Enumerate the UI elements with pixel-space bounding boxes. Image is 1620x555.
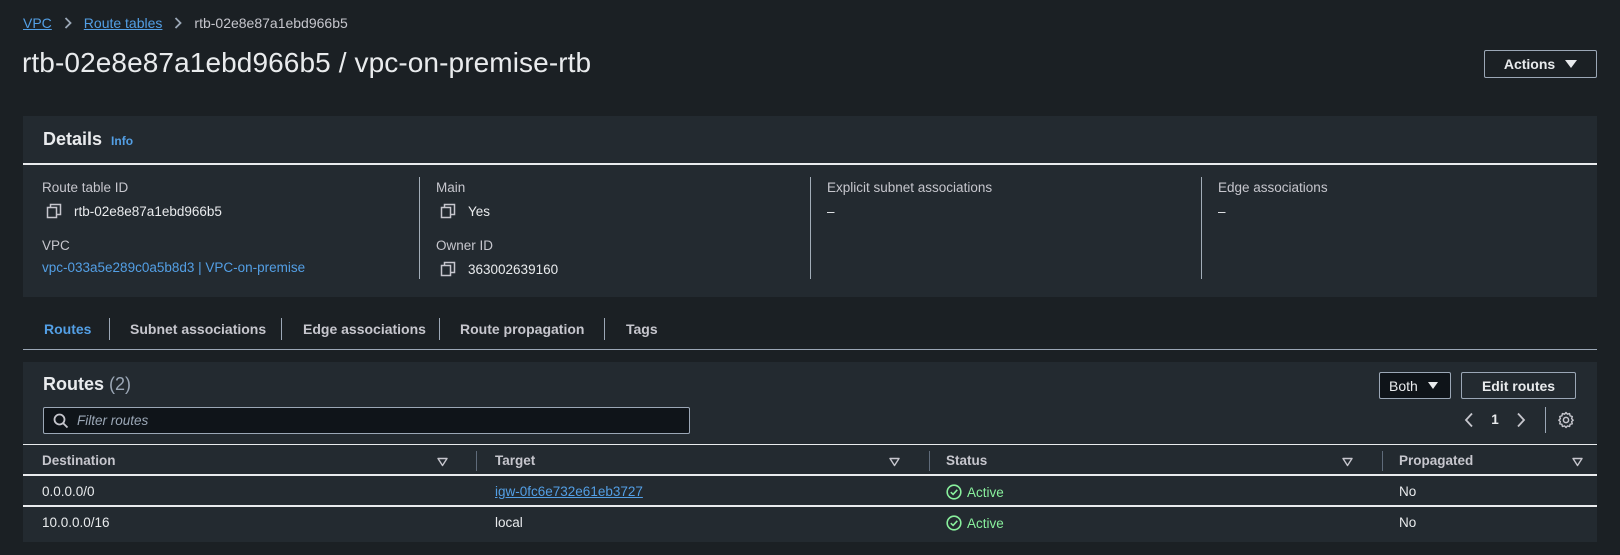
tabs-divider — [23, 349, 1597, 350]
routes-table: Destination Target Status Propagated 0.0… — [23, 444, 1597, 538]
explicit-subnet-value: – — [827, 203, 835, 219]
owner-id-value: 363002639160 — [436, 260, 558, 278]
tab-route-propagation[interactable]: Route propagation — [460, 321, 584, 337]
status-cell: Active — [946, 484, 1004, 500]
column-divider — [476, 451, 477, 471]
copy-icon[interactable] — [42, 203, 68, 219]
main-value: Yes — [436, 202, 558, 220]
edit-routes-button[interactable]: Edit routes — [1461, 372, 1576, 399]
sort-icon[interactable] — [889, 454, 900, 472]
main-value-text: Yes — [468, 203, 491, 219]
routes-panel: Routes (2) Both Edit routes 1 Desti — [23, 362, 1597, 542]
tab-subnet-associations[interactable]: Subnet associations — [130, 321, 266, 337]
details-header: Details Info — [43, 129, 133, 150]
page-number[interactable]: 1 — [1479, 412, 1511, 427]
owner-id-text: 363002639160 — [468, 261, 559, 277]
route-table-id-value: rtb-02e8e87a1ebd966b5 — [42, 202, 305, 220]
table-header: Destination Target Status Propagated — [23, 444, 1597, 476]
edge-assoc-label: Edge associations — [1218, 180, 1328, 195]
details-divider — [23, 163, 1597, 165]
column-header-status[interactable]: Status — [946, 453, 987, 468]
sort-icon[interactable] — [1342, 454, 1353, 472]
caret-down-icon — [1565, 60, 1578, 68]
route-table-id-text: rtb-02e8e87a1ebd966b5 — [74, 203, 222, 219]
status-cell: Active — [946, 515, 1004, 531]
breadcrumb: VPC Route tables rtb-02e8e87a1ebd966b5 — [23, 15, 348, 31]
column-header-propagated[interactable]: Propagated — [1399, 453, 1473, 468]
destination-cell: 0.0.0.0/0 — [42, 484, 95, 499]
routes-count: (2) — [109, 374, 132, 394]
route-filter-select[interactable]: Both — [1379, 372, 1451, 399]
tab-divider — [604, 318, 605, 340]
column-divider — [1382, 451, 1383, 471]
tab-divider — [281, 318, 282, 340]
details-column-3: Explicit subnet associations – — [827, 180, 992, 220]
target-cell: local — [495, 515, 523, 530]
breadcrumb-current: rtb-02e8e87a1ebd966b5 — [194, 15, 348, 31]
next-page-button[interactable] — [1511, 410, 1531, 430]
propagated-cell: No — [1399, 484, 1417, 499]
route-table-id-label: Route table ID — [42, 180, 129, 195]
check-circle-icon — [946, 484, 962, 500]
tab-tags[interactable]: Tags — [626, 321, 658, 337]
details-column-1: Route table ID rtb-02e8e87a1ebd966b5 VPC… — [42, 180, 305, 278]
status-text: Active — [967, 484, 1004, 500]
table-row[interactable]: 0.0.0.0/0 igw-0fc6e732e61eb3727 Active N… — [23, 476, 1597, 507]
check-circle-icon — [946, 515, 962, 531]
sort-icon[interactable] — [437, 454, 448, 472]
pagination: 1 — [1459, 406, 1576, 433]
copy-icon[interactable] — [436, 203, 462, 219]
details-panel: Details Info Route table ID rtb-02e8e87a… — [23, 116, 1597, 297]
breadcrumb-link-vpc[interactable]: VPC — [23, 15, 52, 31]
status-text: Active — [967, 515, 1004, 531]
column-header-destination[interactable]: Destination — [42, 453, 116, 468]
propagated-cell: No — [1399, 515, 1417, 530]
sort-icon[interactable] — [1572, 454, 1583, 472]
tab-divider — [109, 318, 110, 340]
chevron-right-icon — [64, 17, 72, 29]
page-title: rtb-02e8e87a1ebd966b5 / vpc-on-premise-r… — [22, 47, 592, 78]
main-label: Main — [436, 180, 466, 195]
tab-edge-associations[interactable]: Edge associations — [303, 321, 426, 337]
vpc-label: VPC — [42, 238, 70, 253]
table-row[interactable]: 10.0.0.0/16 local Active No — [23, 507, 1597, 538]
column-divider — [810, 177, 811, 279]
filter-routes-field — [43, 407, 690, 434]
owner-id-label: Owner ID — [436, 238, 494, 253]
tab-divider — [439, 318, 440, 340]
actions-button-label: Actions — [1503, 56, 1556, 72]
tab-routes[interactable]: Routes — [44, 321, 91, 337]
filter-routes-input[interactable] — [77, 413, 657, 428]
routes-title: Routes (2) — [43, 374, 131, 395]
tab-bar: Routes Subnet associations Edge associat… — [23, 314, 1597, 350]
column-divider — [419, 177, 420, 279]
routes-title-text: Routes — [43, 374, 105, 394]
chevron-right-icon — [174, 17, 183, 29]
route-filter-select-value: Both — [1389, 377, 1418, 394]
column-divider — [929, 451, 930, 471]
pagination-divider — [1545, 406, 1546, 433]
details-column-2: Main Yes Owner ID 363002639160 — [436, 180, 558, 278]
target-link[interactable]: igw-0fc6e732e61eb3727 — [495, 484, 643, 499]
caret-down-icon — [1427, 382, 1438, 389]
details-title: Details — [43, 129, 103, 149]
breadcrumb-link-route-tables[interactable]: Route tables — [84, 15, 163, 31]
details-column-4: Edge associations – — [1218, 180, 1328, 220]
actions-button[interactable]: Actions — [1484, 50, 1597, 78]
search-icon — [53, 413, 69, 429]
destination-cell: 10.0.0.0/16 — [42, 515, 110, 530]
column-header-target[interactable]: Target — [495, 453, 535, 468]
previous-page-button[interactable] — [1459, 410, 1479, 430]
copy-icon[interactable] — [436, 261, 462, 277]
vpc-link[interactable]: vpc-033a5e289c0a5b8d3 | VPC-on-premise — [42, 260, 305, 278]
gear-icon[interactable] — [1556, 410, 1576, 430]
column-divider — [1201, 177, 1202, 279]
edge-assoc-value: – — [1218, 203, 1226, 219]
explicit-subnet-label: Explicit subnet associations — [827, 180, 993, 195]
info-link[interactable]: Info — [111, 134, 133, 148]
